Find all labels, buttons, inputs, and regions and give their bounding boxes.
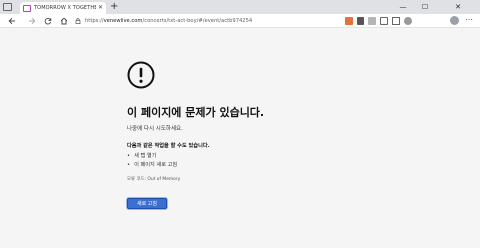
split-screen-icon[interactable] (368, 17, 376, 25)
minimize-button[interactable]: — (392, 0, 414, 14)
error-code: 오류 코드: Out of Memory (127, 177, 181, 182)
profile-avatar[interactable] (450, 16, 459, 25)
home-icon[interactable] (58, 14, 70, 28)
tab-title: TOMORROW X TOGETHER LIVE (34, 5, 96, 11)
site-favicon-icon (23, 4, 31, 12)
error-heading: 이 페이지에 문제가 있습니다. (127, 106, 265, 119)
lock-icon[interactable] (75, 18, 81, 24)
suggestions-list: 새 탭 열기 이 페이지 새로 고침 (127, 152, 177, 170)
error-exclamation-icon (127, 61, 155, 89)
new-tab-button[interactable]: + (110, 1, 118, 13)
close-window-button[interactable]: ✕ (436, 0, 480, 14)
browser-toolbar: https://venewlive.com/concerts/txt-act-b… (0, 14, 480, 28)
maximize-button[interactable]: ☐ (414, 0, 436, 14)
tab-actions-icon[interactable] (3, 3, 12, 11)
list-item: 새 탭 열기 (127, 152, 177, 161)
suggestions-title: 다음과 같은 작업을 할 수도 있습니다. (127, 143, 210, 149)
tab-close-icon[interactable]: ✕ (98, 5, 103, 11)
extension-icon[interactable] (345, 17, 353, 25)
refresh-icon[interactable] (42, 14, 54, 28)
address-bar[interactable]: https://venewlive.com/concerts/txt-act-b… (75, 16, 335, 26)
favorites-icon[interactable] (380, 17, 388, 25)
extension-icon[interactable] (357, 17, 364, 25)
back-arrow-icon[interactable] (6, 14, 18, 28)
tab-active[interactable]: TOMORROW X TOGETHER LIVE ✕ (20, 2, 106, 14)
url-text[interactable]: https://venewlive.com/concerts/txt-act-b… (85, 18, 252, 24)
error-page (0, 29, 480, 248)
reload-button[interactable]: 새로 고침 (127, 198, 167, 209)
toolbar-extensions (345, 16, 412, 26)
tab-strip: TOMORROW X TOGETHER LIVE ✕ + — ☐ ✕ (0, 0, 480, 14)
error-subtext: 나중에 다시 시도하세요. (127, 126, 183, 132)
list-item: 이 페이지 새로 고침 (127, 161, 177, 170)
forward-arrow-icon[interactable] (26, 14, 38, 28)
more-options-icon[interactable]: ⋯ (465, 15, 473, 24)
collections-icon[interactable] (392, 17, 400, 25)
heart-icon[interactable] (404, 17, 412, 25)
